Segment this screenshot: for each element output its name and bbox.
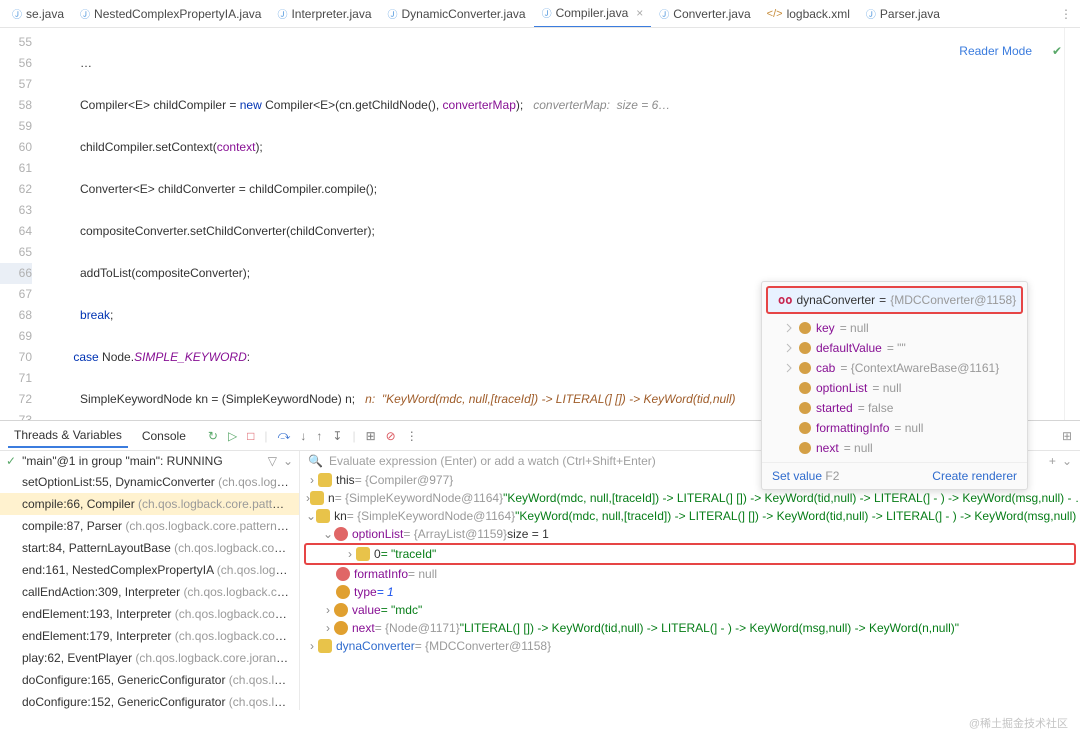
debug-tab-console[interactable]: Console [136, 425, 192, 447]
thread-selector[interactable]: ✓ "main"@1 in group "main": RUNNING ▽ ⌄ [0, 451, 299, 471]
value-inspector-popup: oo dynaConverter = {MDCConverter@1158} k… [761, 281, 1028, 490]
java-icon: Ⓙ [659, 6, 669, 21]
var-row-highlighted[interactable]: ›0 = "traceId" [304, 543, 1076, 565]
popup-field[interactable]: key = null [762, 318, 1027, 338]
java-icon: Ⓙ [12, 6, 22, 21]
tabs-overflow[interactable]: ⋮ [1060, 7, 1080, 21]
tab[interactable]: ⒿConverter.java [651, 0, 758, 28]
frame-row[interactable]: end:161, NestedComplexPropertyIA (ch.qos… [0, 559, 299, 581]
frame-row[interactable]: compile:87, Parser (ch.qos.logback.core.… [0, 515, 299, 537]
debug-tab-threads[interactable]: Threads & Variables [8, 424, 128, 448]
debug-toolbar: ↻ ▷ □ | ⤼ ↓ ↑ ↧ | ⊞ ⊘ ⋮ [208, 428, 418, 443]
watermark: @稀土掘金技术社区 [969, 715, 1068, 731]
add-watch-icon[interactable]: + [1049, 454, 1056, 468]
popup-header[interactable]: oo dynaConverter = {MDCConverter@1158} [766, 286, 1023, 314]
gutter: 55565758596061626364656667686970717273 [0, 28, 40, 420]
popup-field[interactable]: formattingInfo = null [762, 418, 1027, 438]
step-out-icon[interactable]: ↑ [316, 429, 322, 443]
var-row[interactable]: ›value = "mdc" [300, 601, 1080, 619]
field-icon [799, 442, 811, 454]
tab-active[interactable]: ⒿCompiler.java× [534, 0, 652, 28]
var-row[interactable]: formatInfo = null [300, 565, 1080, 583]
java-icon: Ⓙ [80, 6, 90, 21]
frames-panel: ✓ "main"@1 in group "main": RUNNING ▽ ⌄ … [0, 451, 300, 710]
frame-row[interactable]: callEndAction:309, Interpreter (ch.qos.l… [0, 581, 299, 603]
search-icon: 🔍 [308, 454, 323, 468]
frame-row-selected[interactable]: compile:66, Compiler (ch.qos.logback.cor… [0, 493, 299, 515]
step-into-icon[interactable]: ↓ [300, 429, 306, 443]
field-icon [799, 382, 811, 394]
java-icon: Ⓙ [542, 5, 552, 20]
popup-field[interactable]: started = false [762, 398, 1027, 418]
chevron-right-icon [784, 363, 794, 373]
check-icon: ✓ [6, 454, 16, 468]
field-icon [336, 567, 350, 581]
chevron-down-icon[interactable]: ⌄ [283, 454, 293, 468]
chevron-down-icon[interactable]: ⌄ [1062, 454, 1072, 468]
field-icon [799, 342, 811, 354]
xml-icon: </> [767, 8, 783, 20]
resume-icon[interactable]: ▷ [228, 429, 237, 443]
frame-row[interactable]: setOptionList:55, DynamicConverter (ch.q… [0, 471, 299, 493]
object-icon: oo [778, 293, 792, 307]
tab[interactable]: ⒿInterpreter.java [269, 0, 379, 28]
close-icon[interactable]: × [636, 6, 643, 20]
popup-field[interactable]: defaultValue = "" [762, 338, 1027, 358]
item-icon [356, 547, 370, 561]
field-icon [799, 322, 811, 334]
stop-icon[interactable]: □ [247, 429, 254, 443]
tab[interactable]: ⒿDynamicConverter.java [380, 0, 534, 28]
tab[interactable]: </>logback.xml [759, 0, 858, 28]
object-icon [316, 509, 330, 523]
field-icon [799, 362, 811, 374]
frame-row[interactable]: doConfigure:165, GenericConfigurator (ch… [0, 669, 299, 691]
field-icon [334, 621, 348, 635]
set-value-link[interactable]: Set value [772, 469, 822, 483]
object-icon [318, 639, 332, 653]
popup-field[interactable]: optionList = null [762, 378, 1027, 398]
frame-row[interactable]: endElement:193, Interpreter (ch.qos.logb… [0, 603, 299, 625]
java-icon: Ⓙ [277, 6, 287, 21]
frame-row[interactable]: endElement:179, Interpreter (ch.qos.logb… [0, 625, 299, 647]
var-row[interactable]: ›n = {SimpleKeywordNode@1164} "KeyWord(m… [300, 489, 1080, 507]
frame-row[interactable]: play:62, EventPlayer (ch.qos.logback.cor… [0, 647, 299, 669]
tab[interactable]: ⒿParser.java [858, 0, 948, 28]
java-icon: Ⓙ [388, 6, 398, 21]
tab[interactable]: ⒿNestedComplexPropertyIA.java [72, 0, 269, 28]
field-icon [799, 422, 811, 434]
frame-row[interactable]: doConfigure:152, GenericConfigurator (ch… [0, 691, 299, 710]
editor-tabs: Ⓙse.java ⒿNestedComplexPropertyIA.java Ⓙ… [0, 0, 1080, 28]
run-to-cursor-icon[interactable]: ↧ [332, 429, 342, 443]
popup-field[interactable]: cab = {ContextAwareBase@1161} [762, 358, 1027, 378]
var-row[interactable]: ›dynaConverter = {MDCConverter@1158} [300, 637, 1080, 655]
layout-icon[interactable]: ⊞ [1062, 429, 1072, 443]
marker-stripe[interactable] [1064, 28, 1080, 420]
chevron-right-icon [784, 323, 794, 333]
mute-bp-icon[interactable]: ⊘ [386, 429, 396, 443]
field-icon [799, 402, 811, 414]
more-icon[interactable]: ⋮ [406, 429, 418, 443]
chevron-right-icon [784, 343, 794, 353]
object-icon [318, 473, 332, 487]
var-row[interactable]: type = 1 [300, 583, 1080, 601]
evaluate-icon[interactable]: ⊞ [366, 429, 376, 443]
tab[interactable]: Ⓙse.java [4, 0, 72, 28]
check-icon: ✔ [1052, 44, 1062, 58]
step-over-icon[interactable]: ⤼ [278, 428, 291, 443]
reader-mode-label[interactable]: Reader Mode [959, 44, 1032, 58]
var-row[interactable]: ›next = {Node@1171} "LITERAL(] []) -> Ke… [300, 619, 1080, 637]
frame-row[interactable]: start:84, PatternLayoutBase (ch.qos.logb… [0, 537, 299, 559]
field-icon [334, 527, 348, 541]
filter-icon[interactable]: ▽ [268, 454, 277, 468]
field-icon [336, 585, 350, 599]
var-row[interactable]: ⌄kn = {SimpleKeywordNode@1164} "KeyWord(… [300, 507, 1080, 525]
var-row[interactable]: ⌄optionList = {ArrayList@1159} size = 1 [300, 525, 1080, 543]
java-icon: Ⓙ [866, 6, 876, 21]
object-icon [310, 491, 324, 505]
field-icon [334, 603, 348, 617]
create-renderer-link[interactable]: Create renderer [932, 469, 1017, 483]
popup-field[interactable]: next = null [762, 438, 1027, 458]
rerun-icon[interactable]: ↻ [208, 429, 218, 443]
